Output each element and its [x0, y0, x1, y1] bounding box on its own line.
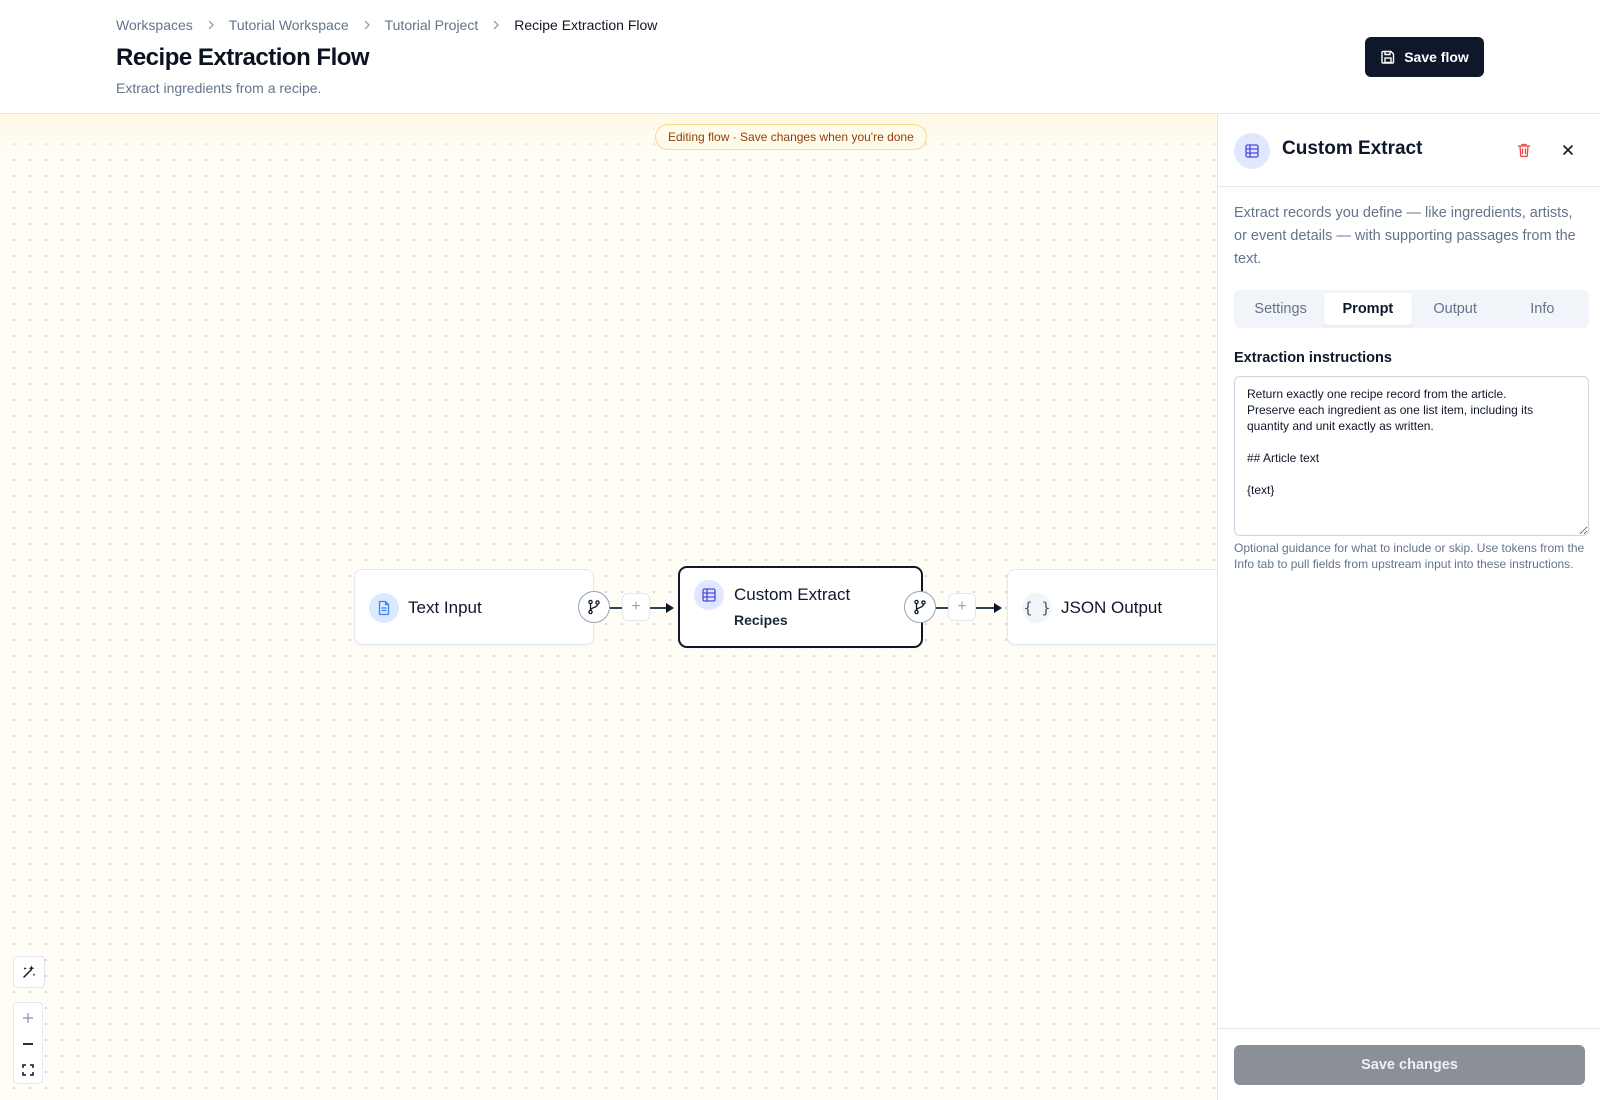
node-json-output[interactable]: { } JSON Output: [1007, 569, 1217, 645]
edge-line: [936, 607, 948, 609]
table-icon: [694, 580, 724, 610]
delete-node-button[interactable]: [1510, 136, 1538, 164]
save-changes-button[interactable]: Save changes: [1234, 1045, 1585, 1085]
zoom-out-button[interactable]: [14, 1031, 42, 1057]
chevron-right-icon: [490, 19, 502, 31]
breadcrumb: Workspaces Tutorial Workspace Tutorial P…: [116, 17, 657, 33]
extraction-instructions-help: Optional guidance for what to include or…: [1234, 541, 1585, 571]
fit-view-button[interactable]: [14, 1057, 42, 1083]
breadcrumb-item-tutorial-workspace[interactable]: Tutorial Workspace: [229, 17, 349, 33]
panel-title: Custom Extract: [1282, 138, 1423, 159]
close-icon: [1561, 143, 1575, 157]
node-title: JSON Output: [1061, 598, 1163, 617]
tab-settings[interactable]: Settings: [1237, 293, 1324, 325]
save-icon: [1380, 49, 1396, 65]
editing-banner: Editing flow · Save changes when you're …: [655, 124, 927, 150]
plus-icon: +: [957, 598, 967, 615]
plus-icon: +: [631, 598, 641, 615]
auto-layout-button[interactable]: [13, 956, 45, 988]
extraction-instructions-input[interactable]: Return exactly one recipe record from th…: [1234, 376, 1589, 536]
flow-canvas[interactable]: Editing flow · Save changes when you're …: [0, 114, 1217, 1100]
braces-icon: { }: [1022, 593, 1052, 623]
minus-icon: [21, 1037, 35, 1051]
breadcrumb-item-workspaces[interactable]: Workspaces: [116, 17, 193, 33]
fit-view-icon: [21, 1063, 35, 1077]
edge-line: [610, 607, 622, 609]
breadcrumb-item-tutorial-project[interactable]: Tutorial Project: [385, 17, 479, 33]
branch-icon: [586, 599, 602, 615]
node-subtitle: Recipes: [734, 612, 788, 628]
page-title: Recipe Extraction Flow: [116, 44, 370, 71]
canvas-top-band: [0, 114, 1217, 156]
chevron-right-icon: [205, 19, 217, 31]
zoom-in-button[interactable]: [14, 1005, 42, 1031]
branch-icon: [912, 599, 928, 615]
chevron-right-icon: [361, 19, 373, 31]
panel-tabs: Settings Prompt Output Info: [1234, 290, 1589, 328]
page-header: Workspaces Tutorial Workspace Tutorial P…: [0, 0, 1600, 114]
panel-footer: Save changes: [1218, 1028, 1600, 1100]
edge-line: [976, 607, 994, 609]
add-node-button[interactable]: +: [948, 593, 976, 621]
panel-header: Custom Extract: [1218, 114, 1600, 187]
panel-description: Extract records you define — like ingred…: [1234, 205, 1576, 267]
node-output-handle[interactable]: [904, 591, 936, 623]
node-text-input[interactable]: Text Input: [354, 569, 594, 645]
tab-prompt[interactable]: Prompt: [1324, 293, 1412, 325]
edge-line: [650, 607, 666, 609]
sparkle-wand-icon: [21, 964, 37, 980]
close-panel-button[interactable]: [1554, 136, 1582, 164]
save-flow-label: Save flow: [1404, 49, 1469, 65]
node-settings-panel: Custom Extract Extract records you defin…: [1217, 114, 1600, 1100]
save-flow-button[interactable]: Save flow: [1365, 37, 1484, 77]
breadcrumb-current: Recipe Extraction Flow: [514, 17, 658, 33]
tab-info[interactable]: Info: [1499, 293, 1586, 325]
node-output-handle[interactable]: [578, 591, 610, 623]
plus-icon: [21, 1011, 35, 1025]
arrow-head-icon: [666, 603, 674, 613]
zoom-controls: [13, 1002, 43, 1084]
trash-icon: [1516, 142, 1532, 158]
node-custom-extract[interactable]: Custom Extract Recipes: [678, 566, 923, 648]
add-node-button[interactable]: +: [622, 593, 650, 621]
table-icon: [1234, 133, 1270, 169]
tab-output[interactable]: Output: [1412, 293, 1499, 325]
node-title: Text Input: [408, 598, 482, 617]
arrow-head-icon: [994, 603, 1002, 613]
node-title: Custom Extract: [734, 585, 851, 604]
extraction-instructions-label: Extraction instructions: [1234, 350, 1392, 366]
document-icon: [369, 593, 399, 623]
page-subtitle: Extract ingredients from a recipe.: [116, 80, 322, 96]
